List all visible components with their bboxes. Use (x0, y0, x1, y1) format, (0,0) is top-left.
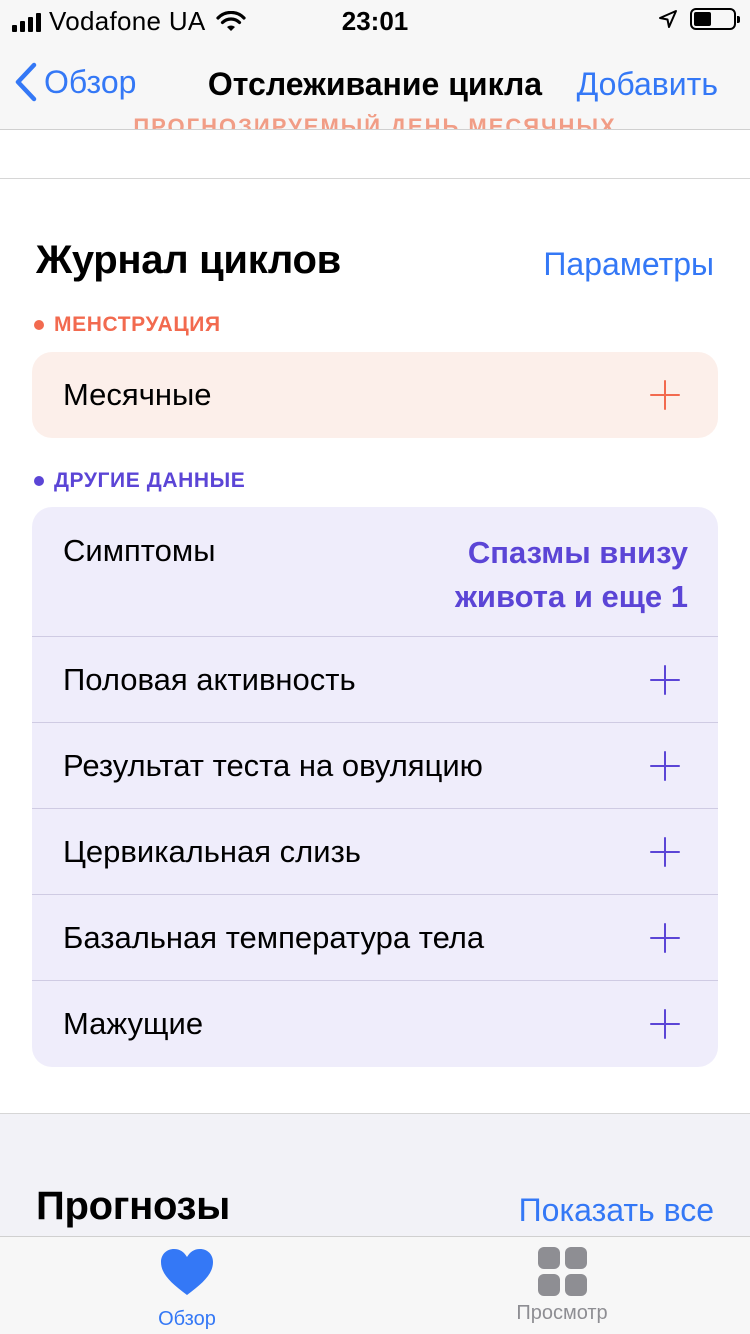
row-label: Базальная температура тела (63, 919, 485, 955)
menstruation-dot-icon (34, 320, 44, 330)
battery-icon (690, 8, 740, 30)
cervical-mucus-row[interactable]: Цервикальная слизь (32, 809, 718, 894)
row-label: Половая активность (63, 661, 356, 697)
plus-icon[interactable] (650, 380, 680, 410)
chevron-left-icon (15, 62, 37, 102)
period-row-label: Месячные (63, 377, 212, 412)
other-data-card: Симптомы Спазмы внизу живота и еще 1 Пол… (32, 507, 718, 1067)
scrolled-prediction-label: ПРОГНОЗИРУЕМЫЙ ДЕНЬ МЕСЯЧНЫХ (133, 114, 617, 130)
grid-icon (537, 1247, 587, 1296)
other-data-category-label: ДРУГИЕ ДАННЫЕ (34, 469, 245, 493)
status-bar-right (658, 8, 740, 30)
symptoms-row-label: Симптомы (63, 533, 216, 568)
menstruation-card: Месячные (32, 352, 718, 438)
show-all-button[interactable]: Показать все (519, 1192, 714, 1229)
plus-icon[interactable] (650, 664, 680, 695)
row-label: Цервикальная слизь (63, 833, 361, 869)
navigation-bar: ПРОГНОЗИРУЕМЫЙ ДЕНЬ МЕСЯЧНЫХ Обзор Отсле… (0, 40, 750, 130)
status-time: 23:01 (341, 6, 409, 36)
symptoms-value-line-2: живота и еще 1 (454, 579, 688, 614)
add-button[interactable]: Добавить (577, 66, 718, 103)
tab-browse[interactable]: Просмотр (487, 1247, 637, 1325)
heart-icon (161, 1249, 213, 1295)
tab-bar: Обзор Просмотр (0, 1236, 750, 1334)
tab-overview[interactable]: Обзор (112, 1247, 262, 1331)
symptoms-value: Спазмы внизу живота и еще 1 (455, 531, 688, 619)
symptoms-row[interactable]: Симптомы Спазмы внизу живота и еще 1 (32, 507, 718, 636)
tab-overview-label: Обзор (158, 1308, 216, 1330)
plus-icon[interactable] (650, 750, 680, 781)
back-button-label: Обзор (44, 63, 137, 100)
ovulation-test-row[interactable]: Результат теста на овуляцию (32, 723, 718, 808)
symptoms-value-line-1: Спазмы внизу (467, 535, 688, 570)
plus-icon[interactable] (650, 836, 680, 867)
options-button[interactable]: Параметры (543, 246, 714, 283)
plus-icon[interactable] (650, 922, 680, 953)
back-button[interactable]: Обзор (14, 62, 136, 102)
basal-temperature-row[interactable]: Базальная температура тела (32, 895, 718, 980)
location-arrow-icon (659, 10, 677, 28)
forecasts-title: Прогнозы (36, 1184, 230, 1228)
cycle-log-title: Журнал циклов (36, 238, 341, 282)
plus-icon[interactable] (650, 1009, 680, 1039)
row-label: Результат теста на овуляцию (63, 747, 483, 783)
other-data-dot-icon (34, 476, 44, 486)
tab-browse-label: Просмотр (516, 1302, 608, 1324)
status-bar: Vodafone UA 23:01 (0, 0, 750, 40)
forecasts-section: Прогнозы Показать все (0, 1113, 750, 1236)
spotting-row[interactable]: Мажущие (32, 981, 718, 1067)
row-label: Мажущие (63, 1006, 204, 1041)
menstruation-category-label: МЕНСТРУАЦИЯ (34, 313, 221, 337)
other-data-category-text: ДРУГИЕ ДАННЫЕ (54, 469, 246, 492)
divider (0, 178, 750, 179)
menstruation-category-text: МЕНСТРУАЦИЯ (54, 313, 221, 336)
period-row[interactable]: Месячные (32, 352, 718, 438)
sexual-activity-row[interactable]: Половая активность (32, 637, 718, 722)
